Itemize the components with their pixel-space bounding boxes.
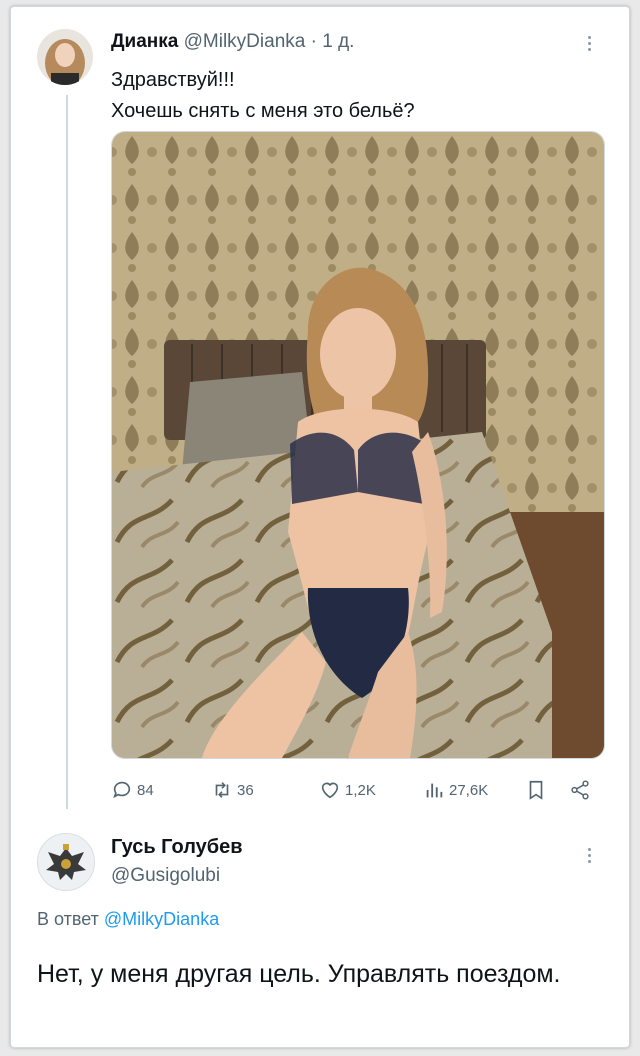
author-handle[interactable]: @MilkyDianka bbox=[184, 31, 306, 52]
tweet-media-photo[interactable] bbox=[111, 131, 605, 759]
retweet-action[interactable]: 36 bbox=[211, 775, 254, 805]
author-avatar[interactable] bbox=[37, 29, 93, 85]
like-count: 1,2K bbox=[345, 781, 376, 799]
tweet-thread-card: Дианка @MilkyDianka · 1 д. Здравствуй!!!… bbox=[10, 6, 630, 1048]
replying-mention[interactable]: @MilkyDianka bbox=[104, 909, 219, 929]
speech-bubble-icon bbox=[113, 781, 131, 799]
thread-connector-line bbox=[66, 95, 68, 809]
reply-author-avatar[interactable] bbox=[37, 833, 95, 891]
views-action[interactable]: 27,6K bbox=[423, 775, 488, 805]
tweet-text: Здравствуй!!! Хочешь снять с меня это бе… bbox=[111, 65, 415, 127]
tweet-text-line: Здравствуй!!! bbox=[111, 69, 235, 91]
reply-text: Нет, у меня другая цель. Управлять поезд… bbox=[37, 960, 561, 988]
more-dots-icon[interactable] bbox=[579, 845, 599, 867]
share-icon bbox=[571, 780, 589, 800]
like-action[interactable]: 1,2K bbox=[319, 775, 376, 805]
replying-to-line: В ответ @MilkyDianka bbox=[37, 909, 219, 930]
bookmark-action[interactable] bbox=[525, 775, 547, 805]
reply-author-handle[interactable]: @Gusigolubi bbox=[111, 861, 243, 891]
retweet-count: 36 bbox=[237, 781, 254, 799]
tweet-action-bar: 84 36 1,2K 27,6K bbox=[111, 775, 601, 805]
separator-dot: · bbox=[310, 31, 317, 52]
author-name[interactable]: Дианка bbox=[111, 31, 178, 52]
more-dots-icon[interactable] bbox=[579, 33, 599, 55]
bookmark-icon bbox=[529, 780, 543, 800]
views-count: 27,6K bbox=[449, 781, 489, 799]
replying-prefix: В ответ bbox=[37, 909, 99, 929]
reply-header: Гусь Голубев @Gusigolubi bbox=[111, 833, 243, 891]
retweet-icon bbox=[215, 782, 229, 798]
tweet-time[interactable]: 1 д. bbox=[322, 31, 354, 52]
reply-action[interactable]: 84 bbox=[111, 775, 154, 805]
heart-icon bbox=[321, 782, 339, 799]
tweet-header: Дианка @MilkyDianka · 1 д. bbox=[111, 31, 354, 53]
share-action[interactable] bbox=[569, 775, 591, 805]
tweet-text-line: Хочешь снять с меня это бельё? bbox=[111, 100, 415, 122]
bar-chart-icon bbox=[426, 783, 443, 798]
reply-count: 84 bbox=[137, 781, 154, 799]
reply-author-name[interactable]: Гусь Голубев bbox=[111, 833, 243, 861]
photo-illustration bbox=[112, 132, 604, 758]
